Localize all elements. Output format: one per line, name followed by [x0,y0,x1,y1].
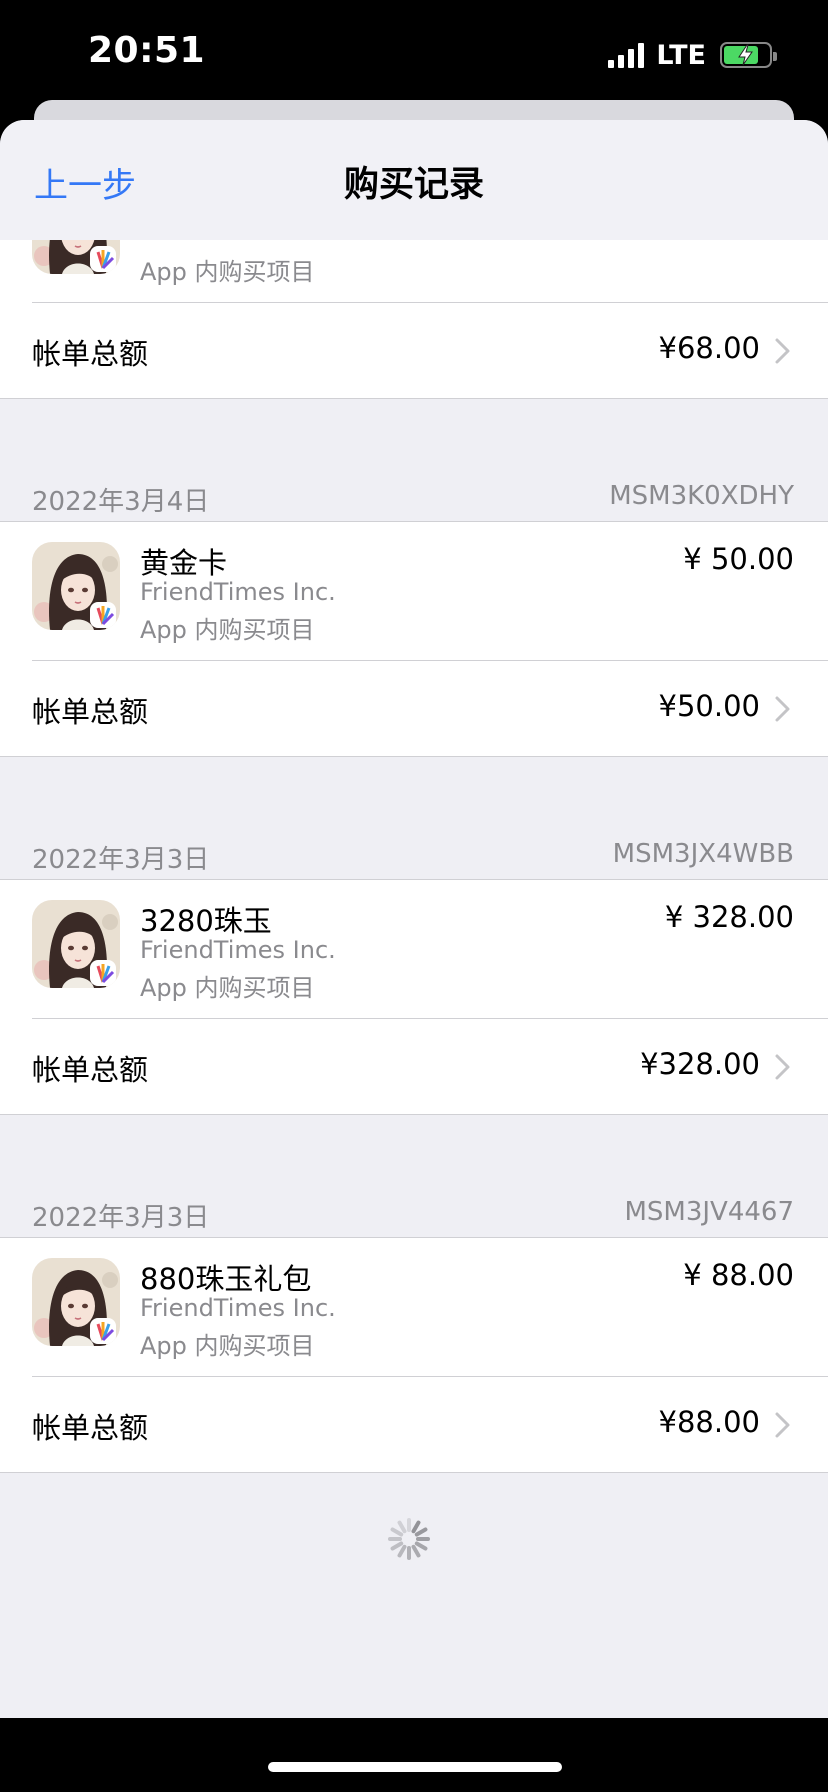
page-title: 购买记录 [343,165,484,205]
item-developer: FriendTimes Inc. [140,578,336,606]
item-price: ¥ 88.00 [683,1258,794,1292]
bill-total-row[interactable]: 帐单总额 ¥50.00 [0,661,828,756]
item-type: App 内购买项目 [140,974,315,1002]
item-type: App 内购买项目 [140,616,315,644]
app-icon [32,240,120,274]
item-developer: FriendTimes Inc. [140,1294,336,1322]
purchase-item[interactable]: 880珠玉礼包 FriendTimes Inc. App 内购买项目 ¥ 88.… [0,1238,828,1376]
nav-bar: 上一步 购买记录 [0,120,828,240]
chevron-right-icon [775,696,790,722]
bill-total-amount: ¥88.00 [658,1405,760,1439]
bill-total-row[interactable]: 帐单总额 ¥68.00 [0,303,828,398]
purchase-list: App 内购买项目 帐单总额 ¥68.00 2022年3月4日 MSM3K0XD… [0,240,828,1473]
order-id: MSM3JV4467 [624,1197,794,1227]
item-name: 黄金卡 [140,546,228,580]
bill-total-label: 帐单总额 [32,695,149,729]
bill-total-label: 帐单总额 [32,1053,149,1087]
bill-total-amount: ¥68.00 [658,331,760,365]
item-name: 3280珠玉 [140,904,272,938]
bill-total-label: 帐单总额 [32,1411,149,1445]
order-id: MSM3JX4WBB [612,839,794,869]
purchase-card: 3280珠玉 FriendTimes Inc. App 内购买项目 ¥ 328.… [0,879,828,1115]
purchase-date: 2022年3月3日 [32,1203,210,1233]
home-indicator[interactable] [268,1762,562,1772]
status-bar: 20:51 LTE [0,0,828,100]
section-header: 2022年3月4日 MSM3K0XDHY [0,479,828,521]
spinner-tick [411,1520,421,1534]
item-price: ¥ 328.00 [664,900,794,934]
spinner-tick [411,1544,421,1558]
purchase-date: 2022年3月4日 [32,487,210,517]
order-id: MSM3K0XDHY [609,481,794,511]
chevron-right-icon [775,338,790,364]
status-time: 20:51 [88,30,206,71]
spinner-tick [414,1527,428,1537]
item-name: 880珠玉礼包 [140,1262,312,1296]
item-type: App 内购买项目 [140,1332,315,1360]
network-type: LTE [656,39,706,71]
purchase-card: 880珠玉礼包 FriendTimes Inc. App 内购买项目 ¥ 88.… [0,1237,828,1473]
purchase-history-sheet: 上一步 购买记录 App 内购买项目 帐单总额 ¥68.00 2022年3月4日… [0,120,828,1720]
cellular-signal-icon [608,42,645,68]
bill-total-amount: ¥50.00 [658,689,760,723]
charging-bolt-icon [738,44,753,66]
bill-total-label: 帐单总额 [32,337,149,371]
bill-total-row[interactable]: 帐单总额 ¥328.00 [0,1019,828,1114]
bill-total-amount: ¥328.00 [640,1047,760,1081]
purchase-item[interactable]: 黄金卡 FriendTimes Inc. App 内购买项目 ¥ 50.00 [0,522,828,660]
loading-spinner-icon [388,1518,430,1560]
purchase-item[interactable]: App 内购买项目 [0,240,828,302]
spinner-tick [390,1527,404,1537]
item-type: App 内购买项目 [140,258,315,286]
section-header: 2022年3月3日 MSM3JV4467 [0,1195,828,1237]
chevron-right-icon [775,1054,790,1080]
spinner-tick [390,1541,404,1551]
bill-total-row[interactable]: 帐单总额 ¥88.00 [0,1377,828,1472]
purchase-date: 2022年3月3日 [32,845,210,875]
app-icon [32,1258,120,1346]
app-icon [32,542,120,630]
purchase-card: 黄金卡 FriendTimes Inc. App 内购买项目 ¥ 50.00 帐… [0,521,828,757]
chevron-right-icon [775,1412,790,1438]
purchase-item[interactable]: 3280珠玉 FriendTimes Inc. App 内购买项目 ¥ 328.… [0,880,828,1018]
purchase-card: App 内购买项目 帐单总额 ¥68.00 [0,240,828,399]
spinner-tick [414,1541,428,1551]
status-indicators: LTE [608,38,777,72]
spinner-tick [397,1544,407,1558]
item-developer: FriendTimes Inc. [140,936,336,964]
section-header: 2022年3月3日 MSM3JX4WBB [0,837,828,879]
bottom-bar [0,1718,828,1792]
spinner-tick [397,1520,407,1534]
battery-icon [720,42,777,68]
app-icon [32,900,120,988]
item-price: ¥ 50.00 [683,542,794,576]
